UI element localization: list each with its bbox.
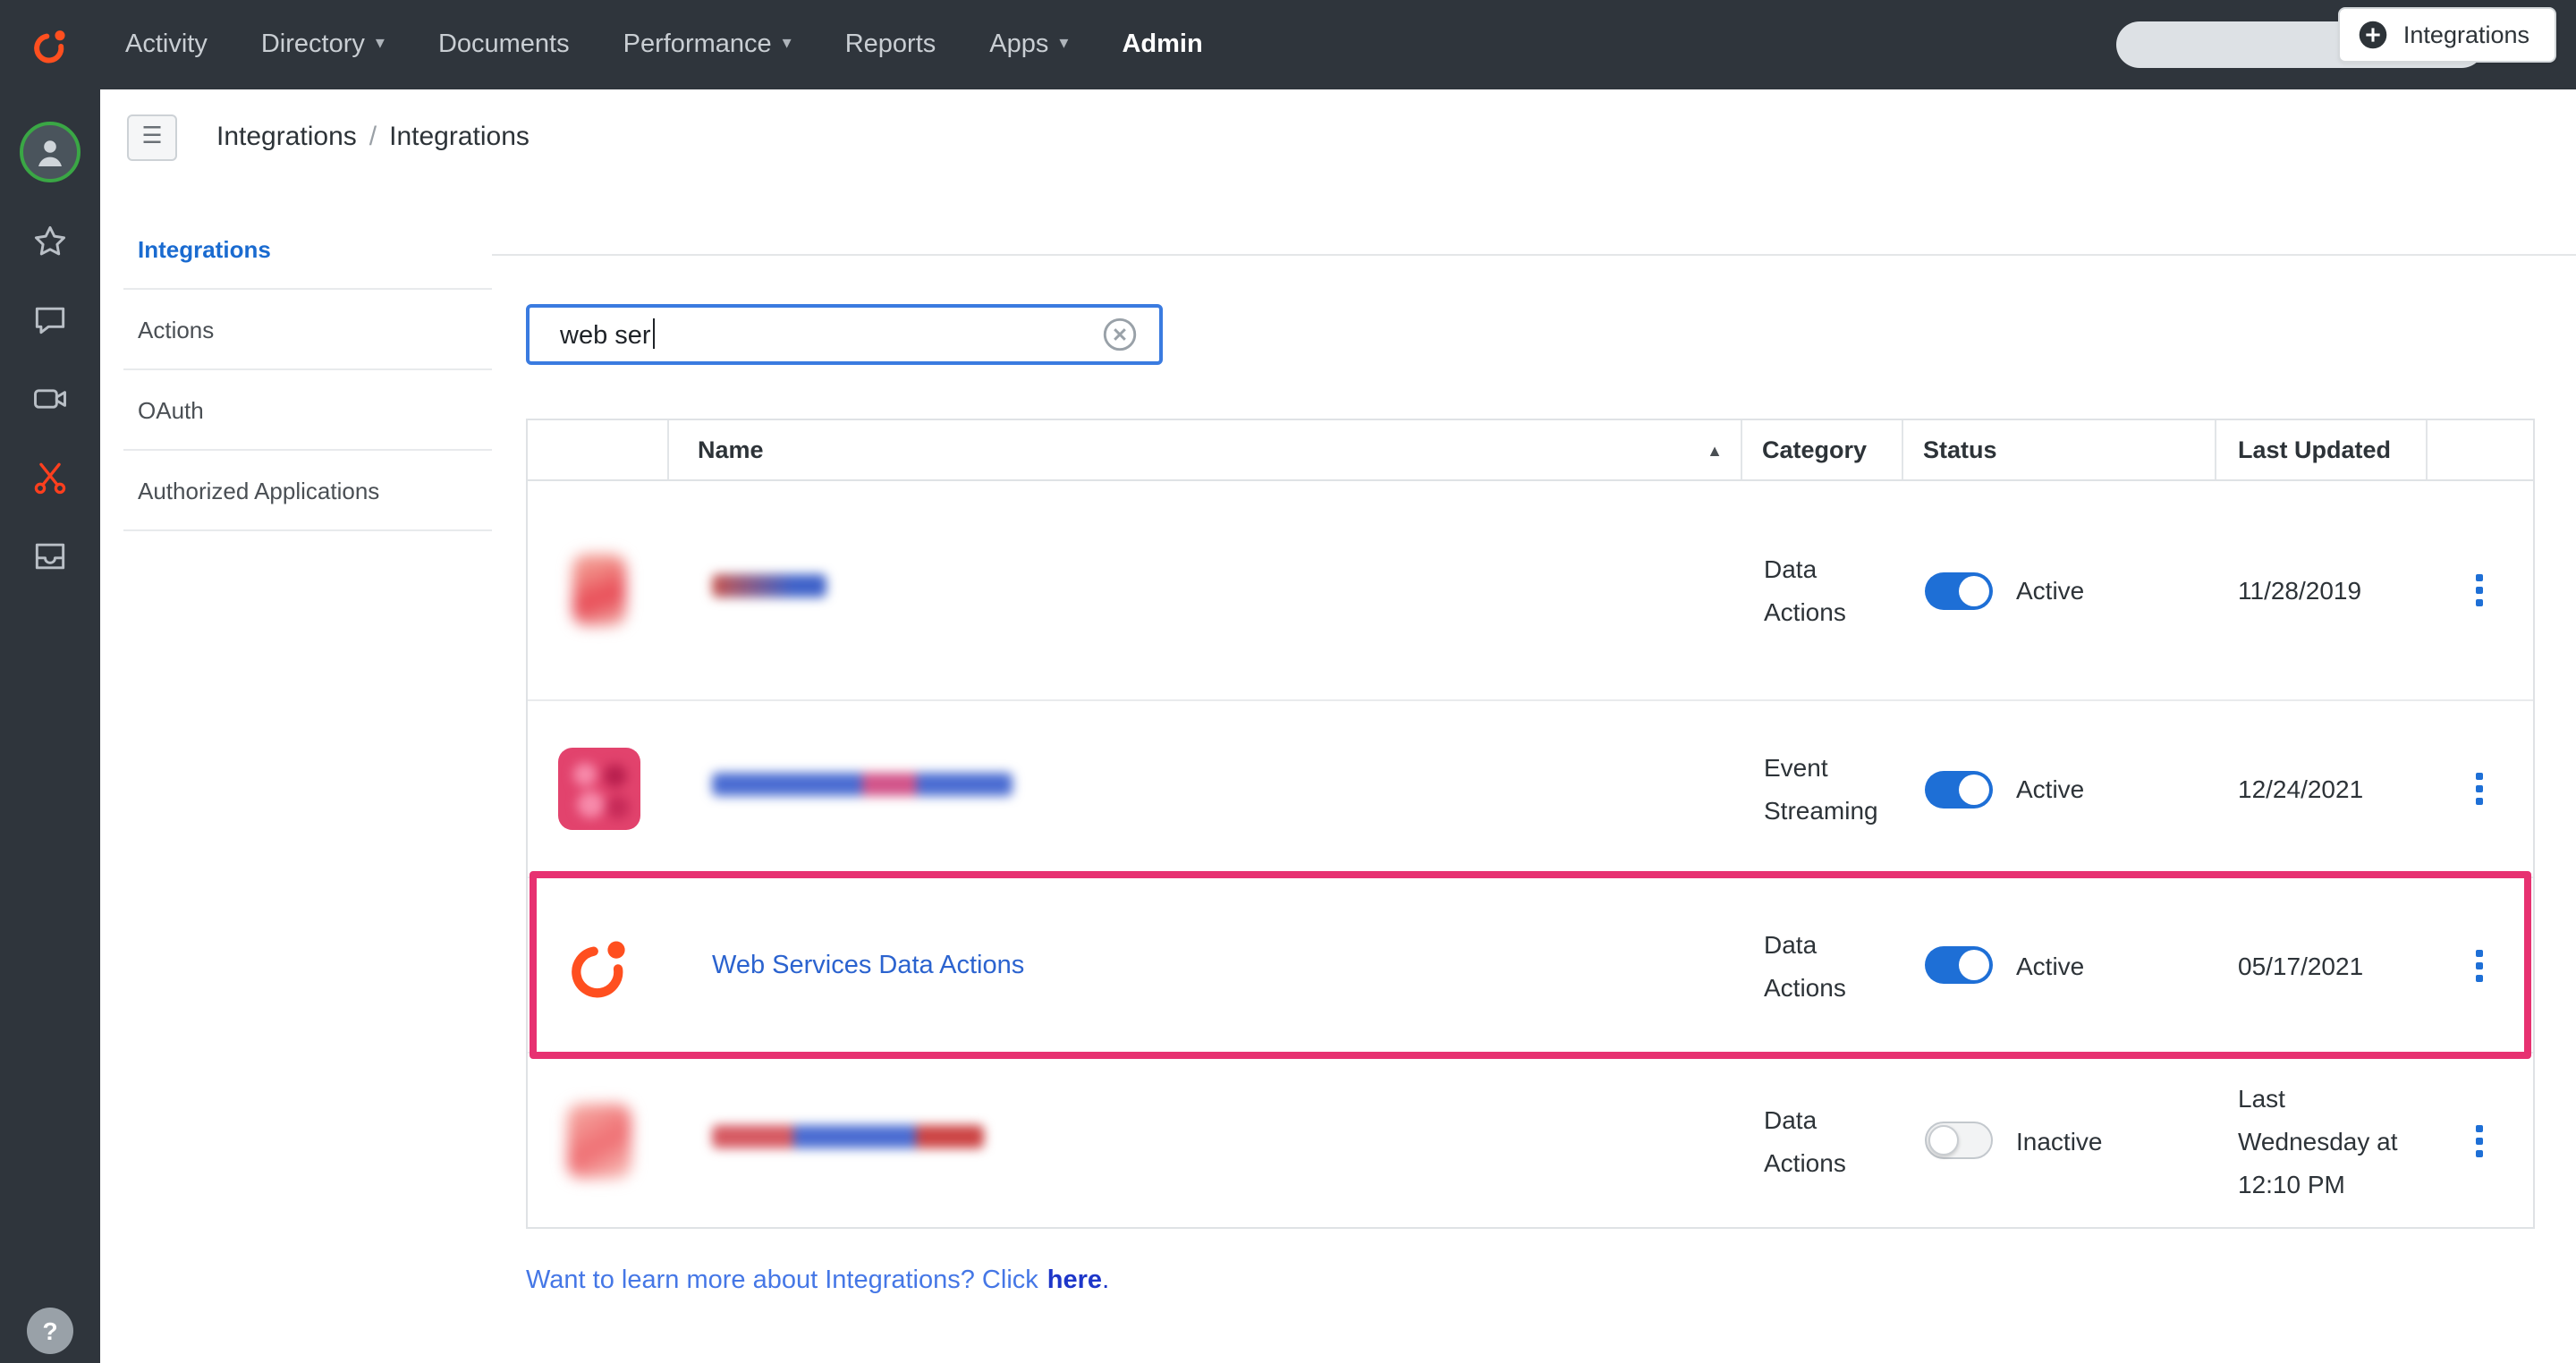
status-label: Active (2016, 775, 2084, 803)
help-icon: ? (42, 1316, 57, 1345)
status-toggle[interactable] (1925, 571, 1993, 609)
user-avatar[interactable] (20, 122, 80, 182)
status-label: Active (2016, 951, 2084, 979)
status-label: Inactive (2016, 1126, 2103, 1155)
search-value: web ser (560, 322, 651, 351)
header-actions-column (2428, 420, 2531, 479)
redacted-integration-icon (557, 748, 640, 830)
caret-down-icon: ▾ (1059, 36, 1068, 54)
status-toggle[interactable] (1925, 1122, 1993, 1159)
learn-more-link[interactable]: here (1047, 1266, 1102, 1295)
integrations-search-input[interactable]: web ser (526, 304, 1163, 365)
video-call-icon[interactable] (30, 379, 70, 419)
redacted-integration-name[interactable] (712, 773, 1013, 796)
nav-performance[interactable]: Performance▾ (623, 30, 792, 59)
row-menu-kebab-icon[interactable] (2469, 1117, 2490, 1164)
menu-hamburger-icon[interactable]: ☰ (127, 114, 177, 160)
sidebar-item-integrations[interactable]: Integrations (123, 209, 492, 290)
genesys-integration-icon (564, 933, 632, 997)
help-button[interactable]: ? (27, 1308, 73, 1354)
integrations-side-menu: Integrations Actions OAuth Authorized Ap… (123, 209, 492, 531)
breadcrumb-bar: ☰ Integrations / Integrations (100, 89, 2576, 184)
nav-directory[interactable]: Directory▾ (261, 30, 385, 59)
app-root: Activity Directory▾ Documents Performanc… (0, 0, 2576, 1363)
status-toggle[interactable] (1925, 770, 1993, 808)
row-category: Data Actions (1742, 1097, 1903, 1183)
interactions-icon[interactable] (30, 458, 70, 497)
nav-activity[interactable]: Activity (125, 30, 208, 59)
caret-down-icon: ▾ (376, 36, 385, 54)
breadcrumb-separator: / (369, 122, 377, 152)
clear-search-icon[interactable] (1102, 317, 1138, 352)
header-category[interactable]: Category (1742, 420, 1903, 479)
sidebar-item-actions[interactable]: Actions (123, 290, 492, 370)
table-row-web-services-data-actions[interactable]: Web Services Data Actions Data Actions A… (528, 878, 2533, 1054)
row-last-updated: 11/28/2019 (2216, 569, 2428, 612)
nav-reports[interactable]: Reports (845, 30, 936, 59)
add-integration-button[interactable]: Integrations (2339, 7, 2556, 63)
favorites-star-icon[interactable] (30, 222, 70, 261)
inbox-icon[interactable] (30, 537, 70, 576)
sort-ascending-icon[interactable]: ▲ (1707, 441, 1723, 459)
row-menu-kebab-icon[interactable] (2469, 766, 2490, 812)
row-last-updated: 12/24/2021 (2216, 767, 2428, 810)
row-last-updated: Last Wednesday at 12:10 PM (2216, 1076, 2428, 1205)
row-category: Event Streaming (1742, 746, 1903, 832)
integration-name-link[interactable]: Web Services Data Actions (712, 951, 1024, 979)
nav-admin[interactable]: Admin (1122, 30, 1202, 59)
row-menu-kebab-icon[interactable] (2469, 942, 2490, 988)
table-row[interactable]: Data Actions Inactive Last Wednesday at … (528, 1054, 2533, 1227)
table-row[interactable]: Data Actions Active 11/28/2019 (528, 481, 2533, 701)
header-icon-column (528, 420, 669, 479)
nav-apps[interactable]: Apps▾ (989, 30, 1068, 59)
redacted-integration-icon (572, 555, 625, 626)
header-status[interactable]: Status (1903, 420, 2216, 479)
learn-more-note: Want to learn more about Integrations? C… (526, 1266, 1109, 1295)
chat-icon[interactable] (30, 301, 70, 340)
primary-nav: Activity Directory▾ Documents Performanc… (125, 30, 1203, 59)
header-last-updated[interactable]: Last Updated (2216, 420, 2428, 479)
status-label: Active (2016, 576, 2084, 605)
row-category: Data Actions (1742, 547, 1903, 633)
panel-header-strip (492, 184, 2576, 256)
integrations-table: Name ▲ Category Status Last Updated Data… (526, 419, 2535, 1229)
learn-more-text: Want to learn more about Integrations? C… (526, 1266, 1038, 1295)
brand-logo[interactable] (0, 0, 100, 89)
breadcrumb-page: Integrations (389, 122, 530, 152)
row-category: Data Actions (1742, 922, 1903, 1008)
sidebar-item-authorized-applications[interactable]: Authorized Applications (123, 451, 492, 531)
genesys-logo-icon (30, 25, 70, 64)
row-menu-kebab-icon[interactable] (2469, 567, 2490, 614)
person-icon (29, 131, 72, 174)
breadcrumb-section[interactable]: Integrations (216, 122, 357, 152)
row-last-updated: 05/17/2021 (2216, 944, 2428, 986)
caret-down-icon: ▾ (783, 36, 792, 54)
redacted-integration-name[interactable] (712, 574, 826, 597)
left-rail: ? (0, 89, 100, 1363)
status-toggle[interactable] (1925, 946, 1993, 984)
table-header-row: Name ▲ Category Status Last Updated (528, 420, 2533, 481)
nav-documents[interactable]: Documents (438, 30, 570, 59)
table-row[interactable]: Event Streaming Active 12/24/2021 (528, 701, 2533, 878)
plus-circle-icon (2359, 20, 2389, 50)
redacted-integration-icon (566, 1103, 631, 1178)
redacted-integration-name[interactable] (712, 1124, 984, 1147)
top-navigation-bar: Activity Directory▾ Documents Performanc… (0, 0, 2576, 89)
sidebar-item-oauth[interactable]: OAuth (123, 370, 492, 451)
header-name[interactable]: Name ▲ (669, 420, 1742, 479)
breadcrumb: Integrations / Integrations (216, 122, 530, 152)
text-cursor (653, 318, 656, 349)
